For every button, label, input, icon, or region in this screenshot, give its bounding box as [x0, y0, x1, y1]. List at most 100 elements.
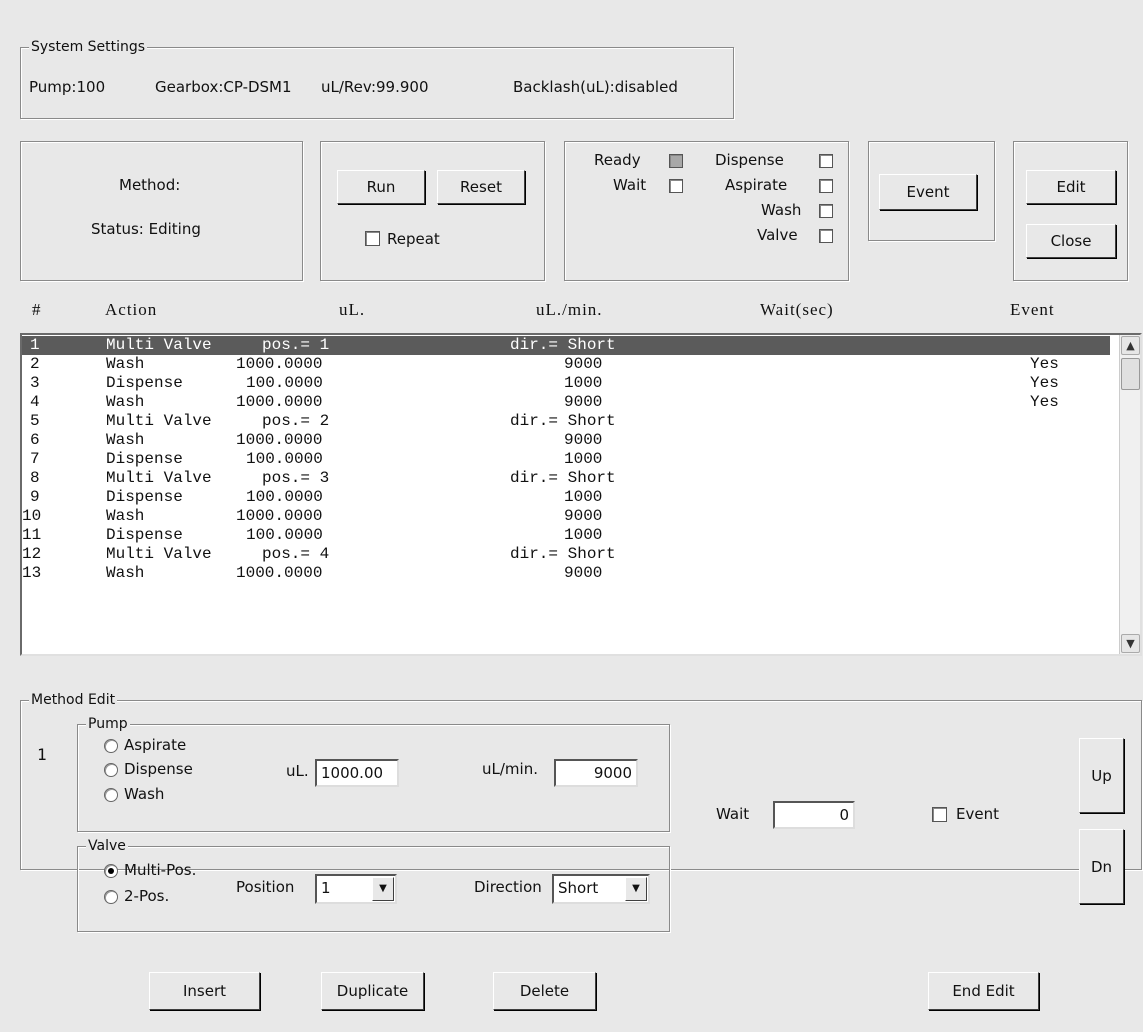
table-cell: 1 [30, 336, 40, 354]
dispense-label: Dispense [715, 151, 784, 169]
event-checkbox-label: Event [956, 805, 999, 823]
wait-input[interactable]: 0 [773, 801, 855, 829]
run-button[interactable]: Run [337, 170, 425, 204]
table-cell: 8 [30, 469, 40, 487]
table-cell: 100.0000 [246, 526, 323, 544]
ready-indicator [669, 154, 683, 168]
table-row[interactable]: 6 Wash 1000.0000 9000 [22, 431, 1110, 450]
scroll-thumb[interactable] [1121, 358, 1140, 390]
table-cell: Wash [106, 507, 145, 525]
table-cell: 5 [30, 412, 40, 430]
wash-label: Wash [761, 201, 802, 219]
table-row[interactable]: 13 Wash 1000.0000 9000 [22, 564, 1110, 583]
duplicate-button[interactable]: Duplicate [321, 972, 424, 1010]
table-row[interactable]: 12 Multi Valve pos.= 4 dir.= Short [22, 545, 1110, 564]
edit-row-index: 1 [37, 745, 47, 764]
repeat-checkbox[interactable] [365, 231, 380, 246]
wash-radio[interactable] [104, 788, 118, 802]
table-row[interactable]: 2 Wash 1000.0000 9000 Yes [22, 355, 1110, 374]
table-row[interactable]: 11 Dispense 100.0000 1000 [22, 526, 1110, 545]
table-row[interactable]: 5 Multi Valve pos.= 2 dir.= Short [22, 412, 1110, 431]
ready-label: Ready [594, 151, 641, 169]
table-row[interactable]: 3 Dispense 100.0000 1000 Yes [22, 374, 1110, 393]
method-panel: Method: Status: Editing [20, 141, 303, 281]
edit-button[interactable]: Edit [1026, 170, 1116, 204]
valve-group: Valve Multi-Pos. 2-Pos. Position 1 ▼ Dir… [77, 837, 670, 932]
position-value: 1 [321, 879, 331, 897]
column-header-event: Event [1010, 300, 1055, 319]
column-header-ul: uL. [339, 300, 366, 319]
table-cell: 11 [22, 526, 42, 544]
rate-input[interactable]: 9000 [554, 759, 638, 787]
method-edit-group: Method Edit 1 Pump Aspirate Dispense Was… [20, 691, 1142, 932]
method-edit-legend: Method Edit [29, 691, 118, 709]
multi-pos-radio[interactable] [104, 864, 118, 878]
table-cell: 9000 [564, 355, 603, 373]
reset-button[interactable]: Reset [437, 170, 525, 204]
table-cell: 9000 [564, 507, 603, 525]
delete-button[interactable]: Delete [493, 972, 596, 1010]
position-label: Position [236, 878, 295, 896]
rate-label: uL/min. [482, 760, 538, 778]
direction-value: Short [558, 879, 599, 897]
table-cell: 1000.0000 [236, 507, 323, 525]
table-row[interactable]: 7 Dispense 100.0000 1000 [22, 450, 1110, 469]
valve-legend: Valve [86, 837, 128, 855]
dispense-radio[interactable] [104, 763, 118, 777]
table-cell: pos.= 1 [262, 336, 330, 354]
pump-setting: Pump:100 [29, 78, 106, 96]
dispense-indicator [819, 154, 833, 168]
table-cell: 1000.0000 [236, 431, 323, 449]
status-indicators-panel: Ready Wait Dispense Aspirate Wash Valve [564, 141, 849, 281]
run-panel: Run Reset Repeat [320, 141, 545, 281]
aspirate-radio[interactable] [104, 739, 118, 753]
table-cell: Dispense [106, 526, 183, 544]
table-cell: 4 [30, 393, 40, 411]
direction-dropdown-icon[interactable]: ▼ [625, 877, 647, 901]
table-cell: Dispense [106, 374, 183, 392]
system-settings-legend: System Settings [29, 38, 148, 56]
method-label: Method: [119, 176, 181, 194]
end-edit-button[interactable]: End Edit [928, 972, 1039, 1010]
table-cell: dir.= Short [510, 412, 616, 430]
ul-label: uL. [286, 762, 309, 780]
event-button[interactable]: Event [879, 174, 977, 210]
dn-button[interactable]: Dn [1079, 829, 1124, 904]
table-cell: 9 [30, 488, 40, 506]
column-header-action: Action [105, 300, 158, 319]
table-cell: 7 [30, 450, 40, 468]
system-settings-group: System Settings Pump:100 Gearbox:CP-DSM1… [20, 38, 734, 119]
action-list[interactable]: 1 Multi Valve pos.= 1 dir.= Short 2 Wash 1000.… [20, 333, 1142, 656]
table-cell: 100.0000 [246, 450, 323, 468]
vertical-scrollbar[interactable]: ▲ ▼ [1119, 335, 1140, 654]
scroll-up-icon[interactable]: ▲ [1121, 336, 1140, 355]
table-cell: Dispense [106, 450, 183, 468]
table-cell: 2 [30, 355, 40, 373]
table-cell: Wash [106, 393, 145, 411]
status-label: Status: Editing [91, 220, 201, 238]
edit-close-panel: Edit Close [1013, 141, 1128, 281]
table-row[interactable]: 4 Wash 1000.0000 9000 Yes [22, 393, 1110, 412]
two-pos-radio[interactable] [104, 890, 118, 904]
table-cell: 9000 [564, 431, 603, 449]
backlash-setting: Backlash(uL):disabled [513, 78, 678, 96]
position-dropdown-icon[interactable]: ▼ [372, 877, 394, 901]
table-cell: dir.= Short [510, 545, 616, 563]
wash-radio-label: Wash [124, 785, 165, 803]
ul-rev-setting: uL/Rev:99.900 [321, 78, 429, 96]
dispense-radio-label: Dispense [124, 760, 193, 778]
table-cell: Dispense [106, 488, 183, 506]
up-button[interactable]: Up [1079, 738, 1124, 813]
table-cell: Multi Valve [106, 412, 212, 430]
insert-button[interactable]: Insert [149, 972, 260, 1010]
event-checkbox[interactable] [932, 807, 947, 822]
table-row[interactable]: 10 Wash 1000.0000 9000 [22, 507, 1110, 526]
table-row[interactable]: 9 Dispense 100.0000 1000 [22, 488, 1110, 507]
multi-pos-label: Multi-Pos. [124, 861, 197, 879]
scroll-down-icon[interactable]: ▼ [1121, 634, 1140, 653]
close-button[interactable]: Close [1026, 224, 1116, 258]
table-row[interactable]: 1 Multi Valve pos.= 1 dir.= Short [22, 336, 1110, 355]
table-row[interactable]: 8 Multi Valve pos.= 3 dir.= Short [22, 469, 1110, 488]
ul-input[interactable]: 1000.00 [315, 759, 399, 787]
table-cell: Wash [106, 355, 145, 373]
